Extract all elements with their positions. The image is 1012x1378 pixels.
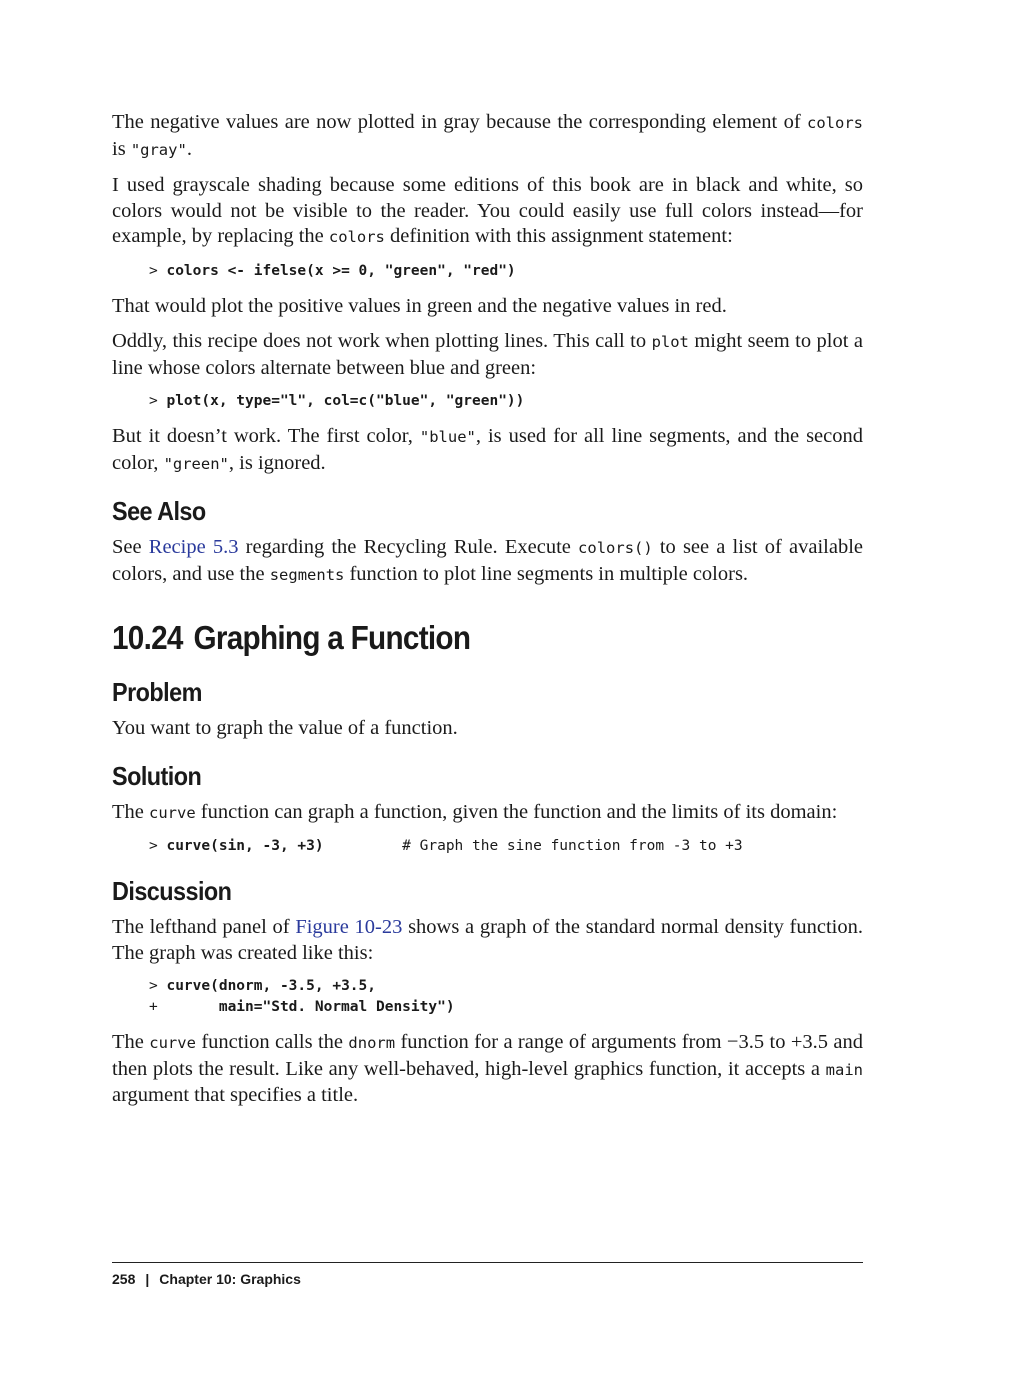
see-also-heading: See Also bbox=[112, 496, 206, 526]
solution-heading: Solution bbox=[112, 760, 202, 791]
recipe-5-3-link[interactable]: Recipe 5.3 bbox=[149, 536, 239, 558]
text: function to plot line segments in multip… bbox=[344, 562, 749, 585]
text: The lefthand panel of bbox=[112, 916, 296, 938]
paragraph-doesnt-work: But it doesn’t work. The first color, "b… bbox=[112, 424, 863, 477]
paragraph-discussion: The lefthand panel of Figure 10-23 shows… bbox=[112, 915, 863, 966]
inline-code: segments bbox=[269, 565, 345, 584]
code-command: main="Std. Normal Density") bbox=[218, 999, 455, 1015]
text: The bbox=[112, 800, 149, 823]
paragraph-negative-values: The negative values are now plotted in g… bbox=[112, 110, 863, 163]
problem-heading: Problem bbox=[112, 677, 202, 707]
code-command: colors <- ifelse(x >= 0, "green", "red") bbox=[166, 262, 516, 279]
text: function can graph a function, given the… bbox=[195, 800, 838, 823]
text: See bbox=[112, 536, 149, 558]
text: argument that specifies a title. bbox=[112, 1084, 359, 1106]
recipe-title: 10.24 Graphing a Function bbox=[112, 618, 788, 658]
code-command: plot(x, type="l", col=c("blue", "green")… bbox=[166, 393, 525, 409]
inline-code: colors bbox=[328, 228, 385, 246]
footer-chapter: Chapter 10: Graphics bbox=[159, 1271, 301, 1287]
code-block-colors: > colors <- ifelse(x >= 0, "green", "red… bbox=[149, 261, 863, 282]
code-prompt: > bbox=[149, 393, 167, 409]
paragraph-solution: The curve function can graph a function,… bbox=[112, 800, 863, 827]
page-body: The negative values are now plotted in g… bbox=[112, 110, 863, 1119]
recipe-number: 10.24 bbox=[112, 619, 183, 656]
text: . bbox=[186, 137, 192, 160]
code-prompt: > bbox=[149, 978, 167, 994]
inline-code: curve bbox=[149, 803, 196, 822]
page-number: 258 bbox=[112, 1271, 136, 1287]
inline-code: dnorm bbox=[348, 1034, 396, 1052]
footer-separator: | bbox=[145, 1271, 150, 1287]
discussion-heading: Discussion bbox=[112, 876, 232, 906]
paragraph-problem: You want to graph the value of a functio… bbox=[112, 717, 458, 739]
paragraph-grayscale: I used grayscale shading because some ed… bbox=[112, 173, 863, 251]
inline-code: "blue" bbox=[419, 428, 476, 446]
inline-code: main bbox=[825, 1060, 863, 1079]
inline-code: "green" bbox=[163, 454, 229, 473]
inline-code: curve bbox=[149, 1034, 196, 1052]
recipe-title-text: Graphing a Function bbox=[193, 619, 471, 656]
text: regarding the Recycling Rule. Execute bbox=[238, 536, 579, 558]
text: , is ignored. bbox=[228, 451, 326, 474]
inline-code: colors bbox=[807, 114, 863, 132]
code-prompt: > bbox=[149, 262, 167, 279]
code-block-curve-dnorm: > curve(dnorm, -3.5, +3.5, + main="Std. … bbox=[149, 976, 863, 1018]
text: Oddly, this recipe does not work when pl… bbox=[112, 330, 652, 352]
inline-code: "gray" bbox=[130, 140, 187, 159]
paragraph-green-red: That would plot the positive values in g… bbox=[112, 294, 727, 317]
text: is bbox=[112, 137, 131, 160]
paragraph-oddly: Oddly, this recipe does not work when pl… bbox=[112, 329, 863, 381]
code-command: curve(sin, -3, +3) bbox=[166, 838, 324, 854]
code-continuation: + bbox=[149, 999, 219, 1015]
paragraph-see-also: See Recipe 5.3 regarding the Recycling R… bbox=[112, 535, 863, 588]
text: definition with this assignment statemen… bbox=[384, 225, 733, 247]
code-prompt: > bbox=[149, 838, 167, 854]
figure-10-23-link[interactable]: Figure 10-23 bbox=[295, 916, 402, 938]
text: The negative values are now plotted in g… bbox=[112, 111, 807, 133]
inline-code: colors() bbox=[578, 539, 653, 557]
inline-code: plot bbox=[651, 333, 689, 351]
code-comment: # Graph the sine function from -3 to +3 bbox=[323, 838, 743, 854]
page-footer: 258 | Chapter 10: Graphics bbox=[112, 1262, 863, 1287]
code-block-curve-sin: > curve(sin, -3, +3) # Graph the sine fu… bbox=[149, 836, 863, 857]
text: But it doesn’t work. The first color, bbox=[112, 425, 420, 447]
code-block-plot: > plot(x, type="l", col=c("blue", "green… bbox=[149, 391, 863, 412]
text: function calls the bbox=[195, 1031, 349, 1053]
text: The bbox=[112, 1031, 150, 1053]
code-command: curve(dnorm, -3.5, +3.5, bbox=[166, 978, 376, 994]
paragraph-curve-explanation: The curve function calls the dnorm funct… bbox=[112, 1030, 863, 1109]
